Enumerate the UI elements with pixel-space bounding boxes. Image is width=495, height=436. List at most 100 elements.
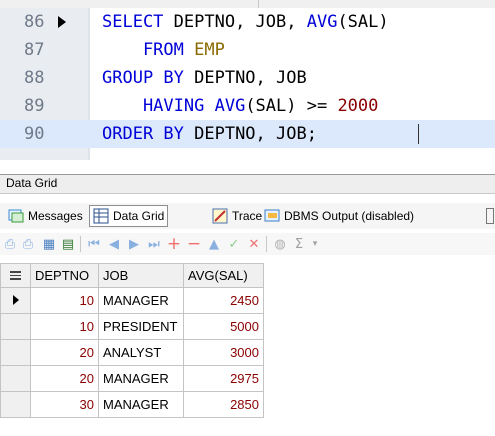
first-record-icon[interactable]: ⏮: [86, 236, 102, 252]
sql-token: (SAL): [337, 12, 389, 32]
sql-token: (SAL) >=: [245, 96, 338, 116]
sum-icon[interactable]: Σ: [291, 236, 307, 252]
line-number: 86: [24, 12, 45, 32]
code-text[interactable]: ORDER BY DEPTNO, JOB;: [102, 120, 317, 148]
data-grid-panel-title: Data Grid: [0, 174, 495, 194]
cell-job[interactable]: PRESIDENT: [98, 313, 184, 340]
sql-token: DEPTNO, JOB;: [194, 124, 317, 144]
dbms-output-icon: [264, 209, 280, 222]
data-grid-icon: [93, 208, 109, 224]
code-text[interactable]: SELECT DEPTNO, JOB, AVG(SAL): [102, 8, 389, 36]
line-number: 87: [24, 40, 45, 60]
sql-token: ORDER BY: [102, 124, 195, 144]
trace-icon: [212, 208, 228, 224]
table-row[interactable]: 30 MANAGER 2850: [0, 391, 264, 418]
copy-icon[interactable]: ▤: [60, 236, 76, 252]
sql-token: 2000: [337, 96, 379, 116]
code-line-86[interactable]: 86 SELECT DEPTNO, JOB, AVG(SAL): [0, 8, 495, 36]
messages-icon: [8, 209, 24, 223]
table-row[interactable]: 10 MANAGER 2450: [0, 287, 264, 314]
edit-record-icon[interactable]: ▲: [206, 236, 222, 252]
current-statement-marker-icon: [58, 16, 66, 28]
print-icon[interactable]: ⎙: [2, 236, 18, 252]
cell-job[interactable]: MANAGER: [98, 391, 184, 418]
code-line-90[interactable]: 90 ORDER BY DEPTNO, JOB;: [0, 120, 495, 148]
code-text[interactable]: GROUP BY DEPTNO, JOB: [102, 64, 307, 92]
code-line-88[interactable]: 88 GROUP BY DEPTNO, JOB: [0, 64, 495, 92]
grid-menu-icon: [10, 271, 21, 280]
cell-avg-sal[interactable]: 5000: [183, 313, 264, 340]
sql-token: EMP: [194, 40, 225, 60]
row-indicator[interactable]: [0, 365, 31, 392]
sql-token: AVG: [306, 12, 338, 32]
tab-overflow[interactable]: [486, 205, 494, 227]
line-number: 89: [24, 96, 45, 116]
post-record-icon[interactable]: ✓: [226, 236, 242, 252]
cell-avg-sal[interactable]: 2850: [183, 391, 264, 418]
table-row[interactable]: 10 PRESIDENT 5000: [0, 313, 264, 340]
cell-deptno[interactable]: 10: [30, 313, 99, 340]
column-header-avg-sal[interactable]: AVG(SAL): [183, 263, 264, 288]
cell-job[interactable]: ANALYST: [98, 339, 184, 366]
sql-token: HAVING: [102, 96, 215, 116]
row-indicator[interactable]: [0, 287, 31, 314]
sql-token: DEPTNO, JOB,: [163, 12, 307, 32]
sql-token: FROM: [102, 40, 195, 60]
cancel-record-icon[interactable]: ✕: [246, 236, 262, 252]
sql-token: SELECT: [102, 12, 164, 32]
code-text[interactable]: FROM EMP: [102, 36, 225, 64]
tab-data-grid[interactable]: Data Grid: [89, 205, 169, 227]
cell-deptno[interactable]: 10: [30, 287, 99, 314]
editor-top-strip: [0, 0, 495, 8]
sql-token: AVG: [214, 96, 246, 116]
row-indicator[interactable]: [0, 391, 31, 418]
tab-label: DBMS Output (disabled): [284, 209, 415, 223]
sql-token: DEPTNO, JOB: [194, 68, 307, 88]
text-caret: [418, 124, 419, 144]
sql-editor[interactable]: 86 SELECT DEPTNO, JOB, AVG(SAL) 87 FROM …: [0, 0, 495, 160]
row-indicator[interactable]: [0, 313, 31, 340]
cell-avg-sal[interactable]: 2450: [183, 287, 264, 314]
last-record-icon[interactable]: ⏭: [146, 236, 162, 252]
column-header-job[interactable]: JOB: [98, 263, 184, 288]
result-tabs: Messages Data Grid Trace DBMS Output (di…: [0, 203, 495, 229]
row-indicator[interactable]: [0, 339, 31, 366]
cell-job[interactable]: MANAGER: [98, 365, 184, 392]
next-record-icon[interactable]: ▶: [126, 236, 142, 252]
cell-job[interactable]: MANAGER: [98, 287, 184, 314]
cell-avg-sal[interactable]: 2975: [183, 365, 264, 392]
tab-dbms-output[interactable]: DBMS Output (disabled): [264, 205, 414, 227]
line-number: 88: [24, 68, 45, 88]
table-row[interactable]: 20 ANALYST 3000: [0, 339, 264, 366]
table-row[interactable]: 20 MANAGER 2975: [0, 365, 264, 392]
grid-header-row: DEPTNO JOB AVG(SAL): [0, 263, 264, 288]
delete-record-icon[interactable]: −: [186, 234, 202, 254]
tab-label: Trace: [232, 209, 263, 223]
dropdown-icon[interactable]: ▾: [307, 236, 323, 252]
grid-toolbar: ⎙ ⎙ ▦ ▤ ⏮ ◀ ▶ ⏭ + − ▲ ✓ ✕ ◍ Σ ▾: [0, 233, 495, 255]
code-line-87[interactable]: 87 FROM EMP: [0, 36, 495, 64]
column-header-deptno[interactable]: DEPTNO: [30, 263, 99, 288]
insert-record-icon[interactable]: +: [166, 234, 182, 254]
tab-messages[interactable]: Messages: [8, 205, 83, 227]
export-icon[interactable]: ▦: [41, 236, 57, 252]
tab-label: Messages: [28, 209, 83, 223]
result-grid[interactable]: DEPTNO JOB AVG(SAL) 10 MANAGER 2450 10 P…: [0, 263, 264, 418]
print-preview-icon[interactable]: ⎙: [20, 236, 36, 252]
grid-corner[interactable]: [0, 263, 31, 288]
panel-title-text: Data Grid: [6, 176, 58, 190]
cell-deptno[interactable]: 20: [30, 339, 99, 366]
cell-deptno[interactable]: 30: [30, 391, 99, 418]
code-line-89[interactable]: 89 HAVING AVG(SAL) >= 2000: [0, 92, 495, 120]
tab-trace[interactable]: Trace: [212, 205, 262, 227]
line-number: 90: [24, 124, 45, 144]
refresh-icon[interactable]: ◍: [272, 236, 288, 252]
cell-avg-sal[interactable]: 3000: [183, 339, 264, 366]
sql-token: GROUP BY: [102, 68, 195, 88]
more-tabs-icon: [486, 208, 494, 224]
current-row-arrow-icon: [12, 295, 19, 305]
cell-deptno[interactable]: 20: [30, 365, 99, 392]
tab-label: Data Grid: [113, 209, 165, 223]
code-text[interactable]: HAVING AVG(SAL) >= 2000: [102, 92, 378, 120]
prior-record-icon[interactable]: ◀: [106, 236, 122, 252]
